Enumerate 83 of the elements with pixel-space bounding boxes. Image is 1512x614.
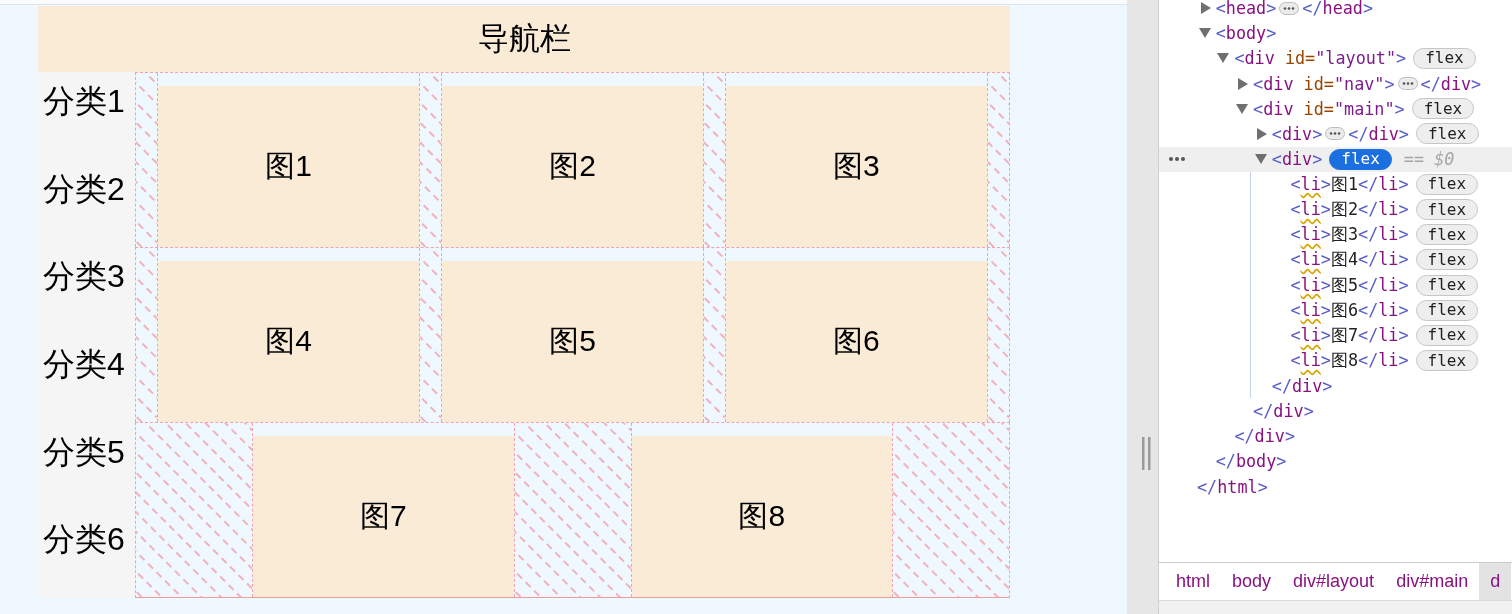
flex-badge[interactable]: flex — [1415, 173, 1479, 195]
breadcrumb[interactable]: div#main — [1385, 563, 1480, 600]
category-label: 分类4 — [43, 344, 125, 384]
category-label: 分类2 — [43, 169, 125, 209]
picture-tile: 图8 — [631, 436, 892, 597]
opening-tag[interactable]: <div id="layout"> — [1234, 48, 1407, 69]
opening-tag[interactable]: <body> — [1215, 23, 1277, 44]
tree-row[interactable]: <div> </div> flex — [1159, 121, 1512, 147]
closing-tag[interactable]: </div> — [1348, 123, 1409, 144]
more-menu-icon[interactable] — [1169, 157, 1185, 162]
tree-row[interactable]: <li>图1</li> flex — [1159, 171, 1512, 197]
opening-tag[interactable]: <div> — [1271, 149, 1323, 170]
tree-row[interactable]: <li>图6</li> flex — [1159, 297, 1512, 323]
tree-row[interactable]: <li>图7</li> flex — [1159, 322, 1512, 349]
tree-row[interactable]: <li>图8</li> flex — [1159, 348, 1512, 374]
tree-row[interactable]: <div> flex == $0 — [1159, 146, 1512, 172]
caret-down-icon[interactable] — [1217, 53, 1230, 64]
picture-tile: 图6 — [726, 261, 987, 422]
breadcrumb[interactable]: body — [1221, 563, 1283, 600]
caret-down-icon[interactable] — [1198, 28, 1211, 39]
picture-tile: 图5 — [442, 261, 703, 422]
category-label: 分类1 — [43, 82, 125, 121]
caret-right-icon[interactable] — [1238, 77, 1249, 90]
element-markup[interactable]: <li>图7</li> — [1290, 323, 1409, 347]
breadcrumb[interactable]: div#layout — [1282, 563, 1386, 600]
ellipsis-icon[interactable] — [1397, 77, 1418, 91]
opening-tag[interactable]: <div> — [1271, 123, 1323, 144]
tree-row[interactable]: <li>图5</li> flex — [1159, 272, 1512, 298]
flex-badge[interactable]: flex — [1415, 299, 1479, 321]
flex-badge[interactable]: flex — [1413, 47, 1476, 69]
breadcrumb[interactable]: d — [1479, 563, 1512, 600]
closing-tag[interactable]: </div> — [1234, 426, 1296, 447]
element-markup[interactable]: <li>图5</li> — [1290, 273, 1409, 297]
tree-row[interactable]: <div id="main"> flex — [1159, 96, 1512, 122]
closing-tag[interactable]: </html> — [1197, 476, 1268, 497]
caret-right-icon[interactable] — [1256, 127, 1267, 140]
flex-badge[interactable]: flex — [1411, 98, 1475, 120]
closing-tag[interactable]: </div> — [1420, 73, 1482, 94]
category-label: 分类3 — [43, 257, 125, 296]
element-markup[interactable]: <li>图3</li> — [1290, 223, 1409, 247]
flex-badge[interactable]: flex — [1415, 274, 1479, 296]
closing-tag[interactable]: </div> — [1253, 401, 1314, 421]
flex-badge[interactable]: flex — [1415, 324, 1479, 346]
tree-row[interactable]: <div id="layout"> flex — [1159, 45, 1512, 71]
picture-tile: 图7 — [253, 436, 514, 597]
ellipsis-icon[interactable] — [1325, 127, 1346, 141]
tree-row[interactable]: <div id="nav"> </div> — [1159, 70, 1512, 97]
closing-tag[interactable]: </body> — [1215, 451, 1287, 472]
element-markup[interactable]: <li>图1</li> — [1290, 172, 1409, 196]
flex-badge[interactable]: flex — [1415, 199, 1479, 220]
breadcrumb[interactable]: html — [1165, 563, 1221, 600]
category-label: 分类5 — [43, 432, 125, 471]
element-markup[interactable]: <li>图8</li> — [1290, 349, 1409, 373]
tree-row[interactable]: <li>图2</li> flex — [1159, 196, 1512, 223]
flex-badge[interactable]: flex — [1415, 249, 1479, 271]
flex-badge[interactable]: flex — [1415, 350, 1479, 372]
flex-badge[interactable]: flex — [1415, 224, 1479, 246]
opening-tag[interactable]: <div id="main"> — [1253, 98, 1405, 119]
grip-icon[interactable] — [1142, 437, 1151, 470]
tree-row[interactable]: <body> — [1159, 20, 1512, 46]
flex-badge[interactable]: flex — [1329, 148, 1392, 170]
caret-right-icon[interactable] — [1200, 2, 1211, 14]
element-markup[interactable]: <li>图6</li> — [1290, 298, 1409, 322]
element-markup[interactable]: <li>图4</li> — [1290, 248, 1409, 272]
category-label: 分类6 — [43, 520, 125, 559]
tree-row[interactable]: <li>图3</li> flex — [1159, 222, 1512, 248]
picture-tile: 图2 — [442, 86, 703, 247]
picture-tile: 图3 — [726, 86, 987, 247]
tree-row[interactable]: <li>图4</li> flex — [1159, 247, 1512, 273]
closing-tag[interactable]: </div> — [1271, 375, 1333, 396]
closing-tag[interactable]: </head> — [1302, 0, 1374, 18]
picture-tile: 图1 — [158, 86, 419, 247]
element-markup[interactable]: <li>图2</li> — [1290, 198, 1409, 221]
selected-node-hint: == $0 — [1403, 149, 1455, 170]
picture-tile: 图4 — [158, 261, 419, 422]
tree-row[interactable]: <head> </head> — [1159, 0, 1512, 21]
caret-down-icon[interactable] — [1236, 103, 1249, 114]
opening-tag[interactable]: <div id="nav"> — [1253, 73, 1395, 94]
opening-tag[interactable]: <head> — [1215, 0, 1277, 18]
ellipsis-icon[interactable] — [1279, 1, 1300, 15]
flex-badge[interactable]: flex — [1415, 123, 1479, 145]
caret-down-icon[interactable] — [1254, 154, 1267, 165]
nav-title: 导航栏 — [477, 20, 571, 58]
